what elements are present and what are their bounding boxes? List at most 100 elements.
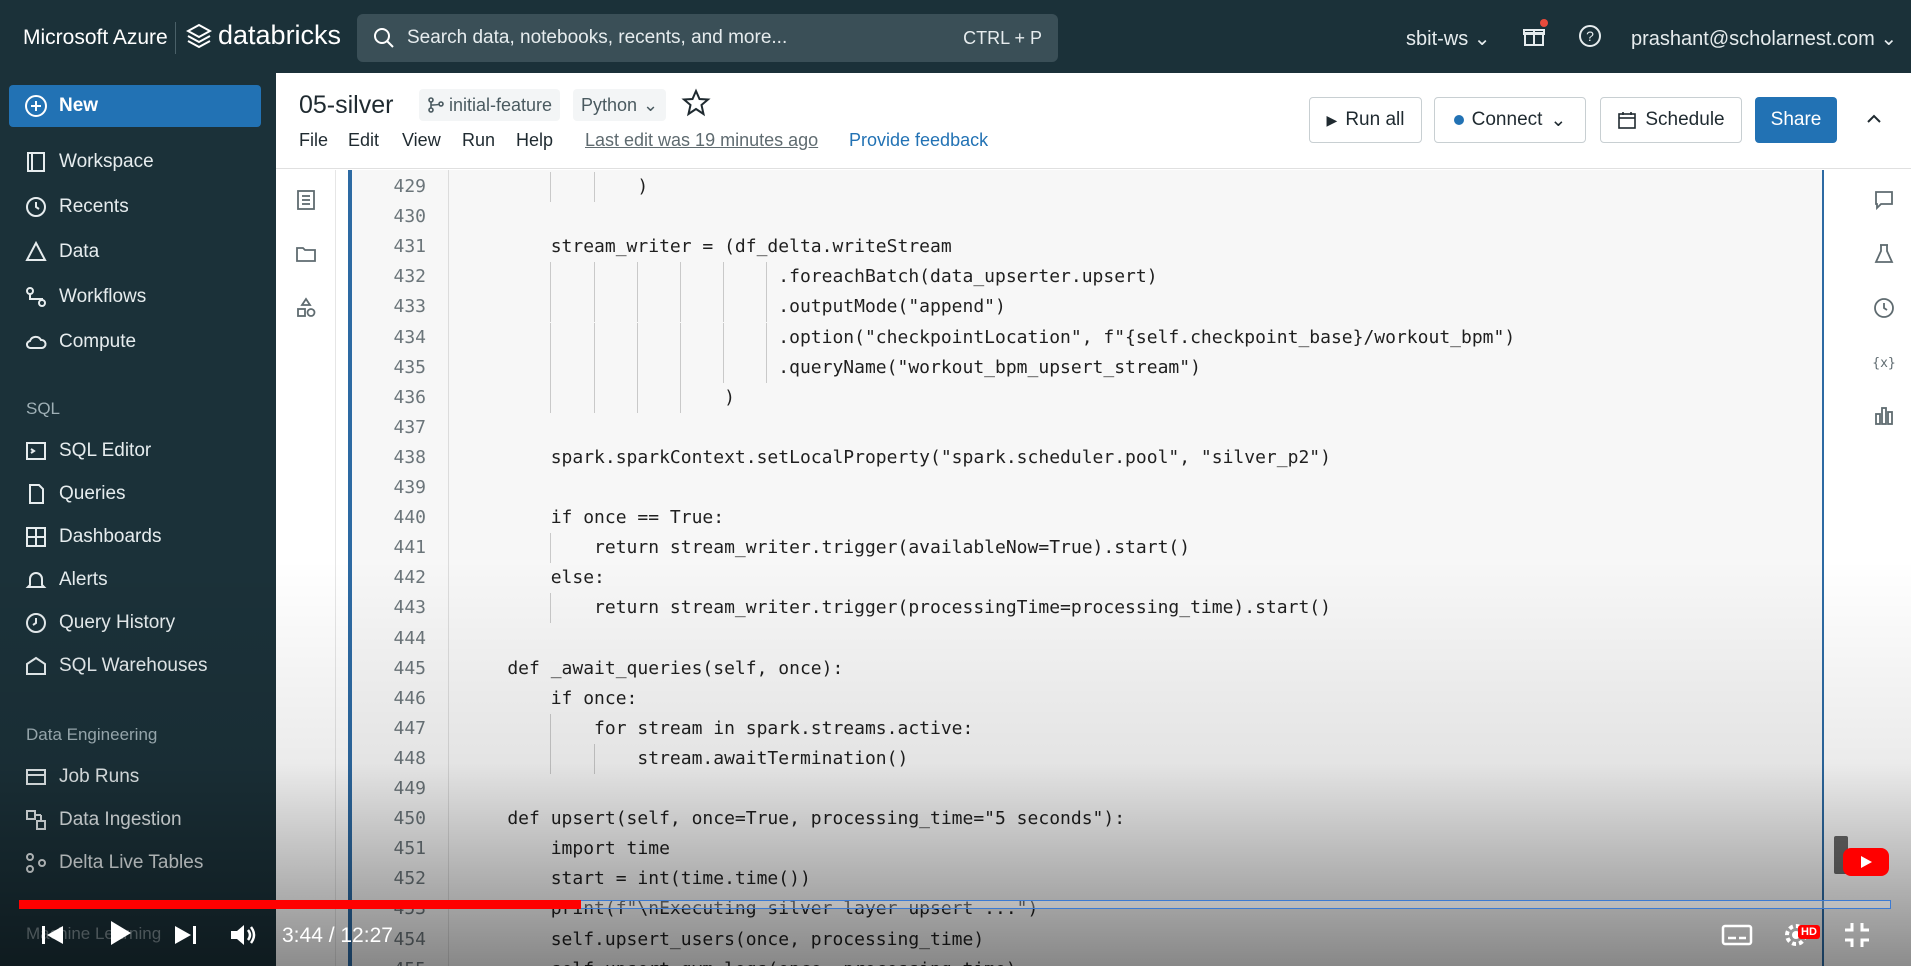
code-line: 454 self.upsert_users(once, processing_t… xyxy=(352,925,1824,955)
exit-fullscreen-icon[interactable] xyxy=(1840,918,1874,952)
sidebar-item-label: Job Runs xyxy=(59,766,140,787)
schedule-button[interactable]: Schedule xyxy=(1600,97,1742,143)
play-icon[interactable] xyxy=(102,916,136,950)
sidebar-item-alerts[interactable]: Alerts xyxy=(0,560,276,600)
sidebar-item-workspace[interactable]: Workspace xyxy=(0,142,276,182)
indent-guide xyxy=(680,382,681,413)
indent-guide xyxy=(593,382,595,413)
line-number: 433 xyxy=(393,296,426,318)
svg-text:?: ? xyxy=(1586,28,1594,44)
code-text: import time xyxy=(464,838,670,860)
bell-icon xyxy=(25,572,47,588)
previous-video-icon[interactable] xyxy=(36,918,70,952)
new-button-label: New xyxy=(59,95,99,116)
sidebar-item-job-runs[interactable]: Job Runs xyxy=(0,757,276,797)
search-bar[interactable]: Search data, notebooks, recents, and mor… xyxy=(357,14,1058,62)
sidebar-item-query-history[interactable]: Query History xyxy=(0,603,276,643)
data-catalog-icon[interactable] xyxy=(294,296,318,320)
sidebar-item-workflows[interactable]: Workflows xyxy=(0,277,276,317)
databricks-logo[interactable]: databricks xyxy=(186,20,341,51)
play-icon: ▶ xyxy=(1326,111,1338,128)
line-number: 434 xyxy=(393,326,426,348)
indent-guide xyxy=(766,262,768,293)
menu-run[interactable]: Run xyxy=(462,130,495,151)
workspace-switcher[interactable]: sbit-ws ⌄ xyxy=(1406,26,1491,51)
next-video-icon[interactable] xyxy=(168,918,202,952)
revision-history-icon[interactable] xyxy=(1872,296,1896,320)
connect-label: Connect xyxy=(1471,109,1543,130)
menu-help[interactable]: Help xyxy=(516,130,553,151)
user-email: prashant@scholarnest.com xyxy=(1631,28,1875,50)
dashboard-icon xyxy=(26,527,46,547)
indent-guide xyxy=(636,352,638,383)
code-text: def upsert(self, once=True, processing_t… xyxy=(464,808,1126,830)
code-line: 433 .outputMode("append") xyxy=(352,292,1824,322)
sidebar-item-label: Data Ingestion xyxy=(59,809,182,830)
sidebar-item-label: Recents xyxy=(59,196,129,217)
sidebar-item-sql-editor[interactable]: SQL Editor xyxy=(0,431,276,471)
connect-button[interactable]: Connect ⌄ xyxy=(1434,97,1586,143)
user-menu[interactable]: prashant@scholarnest.com ⌄ xyxy=(1631,26,1897,51)
sidebar-item-label: Alerts xyxy=(59,569,108,590)
subtitles-icon[interactable] xyxy=(1720,918,1754,952)
line-number: 451 xyxy=(393,838,426,860)
new-button[interactable]: New xyxy=(9,85,261,127)
chevron-up-icon[interactable] xyxy=(1863,108,1885,130)
youtube-play-icon xyxy=(1861,856,1872,868)
svg-text:{x}: {x} xyxy=(1872,356,1895,371)
code-text: else: xyxy=(464,567,605,589)
bar-chart-icon[interactable] xyxy=(1872,404,1896,428)
sidebar-item-label: Delta Live Tables xyxy=(59,852,204,873)
indent-guide xyxy=(680,322,681,353)
gift-icon[interactable] xyxy=(1522,24,1546,48)
last-edit-link[interactable]: Last edit was 19 minutes ago xyxy=(585,130,818,151)
sidebar-item-data[interactable]: Data xyxy=(0,232,276,272)
notebook-right-rail: {x} xyxy=(1858,170,1911,966)
line-number: 441 xyxy=(393,537,426,559)
comment-icon[interactable] xyxy=(1872,188,1896,212)
indent-guide xyxy=(550,172,552,203)
git-branch-icon xyxy=(428,97,444,113)
code-line: 442 else: xyxy=(352,563,1824,593)
sql-editor-icon xyxy=(26,442,46,460)
sidebar-item-dashboards[interactable]: Dashboards xyxy=(0,517,276,557)
sidebar-item-compute[interactable]: Compute xyxy=(0,322,276,362)
share-button[interactable]: Share xyxy=(1755,97,1837,143)
queries-icon xyxy=(29,484,44,504)
sidebar-item-sql-warehouses[interactable]: SQL Warehouses xyxy=(0,646,276,686)
brand-divider xyxy=(175,22,176,54)
code-line: 445 def _await_queries(self, once): xyxy=(352,654,1824,684)
menu-view[interactable]: View xyxy=(402,130,441,151)
language-selector[interactable]: Python ⌄ xyxy=(573,89,667,121)
sidebar-item-delta-live-tables[interactable]: Delta Live Tables xyxy=(0,843,276,883)
microsoft-azure-brand[interactable]: Microsoft Azure xyxy=(23,26,168,50)
folder-icon[interactable] xyxy=(294,242,318,266)
code-text: if once: xyxy=(464,687,638,709)
sidebar-item-queries[interactable]: Queries xyxy=(0,474,276,514)
menu-file[interactable]: File xyxy=(299,130,328,151)
code-text: if once == True: xyxy=(464,507,725,529)
table-of-contents-icon[interactable] xyxy=(294,188,318,212)
experiment-flask-icon[interactable] xyxy=(1872,242,1896,266)
indent-guide xyxy=(766,352,768,383)
indent-guide xyxy=(636,382,638,413)
favorite-star-icon[interactable] xyxy=(681,88,711,118)
provide-feedback-link[interactable]: Provide feedback xyxy=(849,130,988,151)
code-cell[interactable]: 429 ) 430 431 stream_writer = (df_delta.wr… xyxy=(348,170,1824,966)
volume-icon[interactable] xyxy=(226,918,260,952)
indent-guide xyxy=(550,382,552,413)
help-icon[interactable]: ? xyxy=(1578,24,1602,48)
git-branch-button[interactable]: initial-feature xyxy=(419,89,561,121)
variables-icon[interactable]: {x} xyxy=(1872,350,1896,374)
code-text: self.upsert_users(once, processing_time) xyxy=(464,928,985,950)
sidebar-item-recents[interactable]: Recents xyxy=(0,187,276,227)
notebook-title[interactable]: 05-silver xyxy=(299,91,393,120)
run-all-button[interactable]: ▶ Run all xyxy=(1309,97,1422,143)
sidebar: New Workspace Recents Data Workflows Com… xyxy=(0,73,276,966)
indent-guide xyxy=(636,262,638,293)
menu-edit[interactable]: Edit xyxy=(348,130,379,151)
line-number: 429 xyxy=(393,176,426,197)
youtube-logo[interactable] xyxy=(1843,848,1889,876)
indent-guide xyxy=(766,322,768,353)
sidebar-item-data-ingestion[interactable]: Data Ingestion xyxy=(0,800,276,840)
